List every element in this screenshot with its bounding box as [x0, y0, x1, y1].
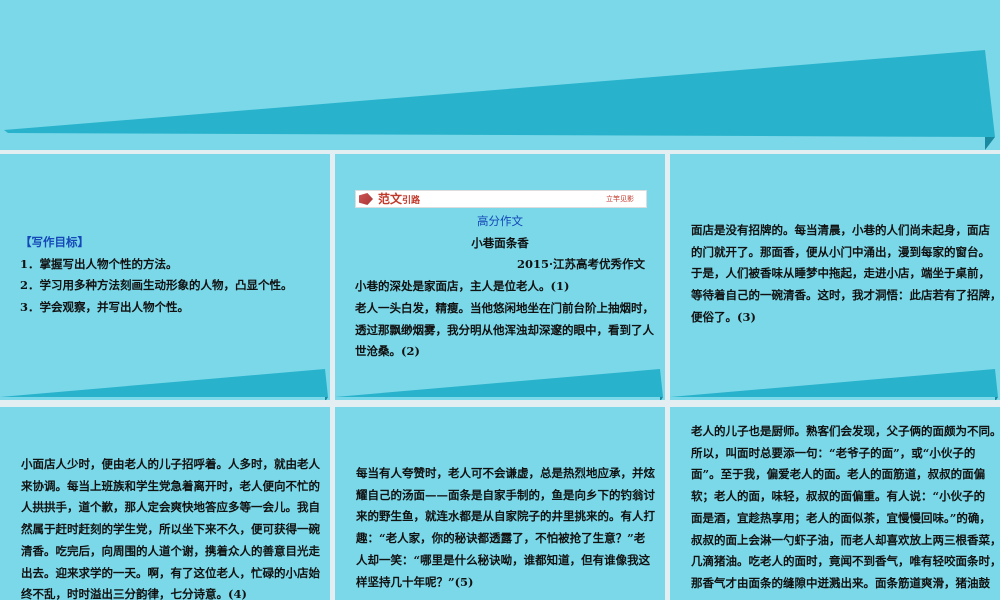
paragraph-line: 面”。至于我，偏爱老人的面。老人的面筋道，叔叔的面偏 [691, 467, 986, 482]
paragraph-line: 叔叔的面上会淋一勺虾子油，而老人却喜欢放上两三根香菜， [691, 532, 1000, 547]
goal-item: 3．学会观察，并写出人物个性。 [20, 300, 189, 315]
paragraph-line: 人拱拱手，道个歉，那人定会爽快地答应多等一会儿。我自 [21, 500, 320, 515]
paragraph-line: 老人一头白发，精瘦。当他悠闲地坐在门前台阶上抽烟时， [355, 300, 654, 315]
paragraph-line: 出去。迎来求学的一天。啊，有了这位老人，忙碌的小店始 [21, 565, 320, 580]
paragraph-line: 几滴猪油。吃老人的面时，竟闻不到香气，唯有轻咬面条时， [691, 554, 1000, 569]
paragraph-line: 面是酒，宜趁热享用；老人的面似茶，宜慢慢回味。”的确， [691, 510, 991, 525]
paragraph-line: 世沧桑。(2) [355, 344, 420, 359]
paragraph-line: 来的野生鱼，就连水都是从自家院子的井里挑来的。有人打 [356, 509, 655, 524]
goal-item: 1．掌握写出人物个性的方法。 [20, 256, 178, 271]
banner-subtitle: 引路 [402, 196, 421, 206]
paragraph-line: 人却一笑：“哪里是什么秘诀呦，谁都知道，但有谁像我这 [356, 552, 651, 567]
paragraph-line: 样坚持几十年呢？”(5) [356, 574, 474, 589]
slide-thumbnail-essay-1[interactable]: 范文引路 立竿见影 高分作文 小巷面条香 2015·江苏高考优秀作文 小巷的深处… [335, 154, 665, 400]
banner-right-label: 立竿见影 [606, 195, 634, 203]
paragraph-line: 小面店人少时，便由老人的儿子招呼着。人多时，就由老人 [21, 457, 320, 471]
paragraph-line: 于是，人们被香味从睡梦中拖起，走进小店，端坐于桌前， [691, 266, 990, 281]
goal-item: 2．学习用多种方法刻画生动形象的人物，凸显个性。 [20, 278, 293, 293]
slide-thumbnail-essay-5[interactable]: 老人的儿子也是厨师。熟客们会发现，父子俩的面颇为不同。 所以，叫面时总要添一句：… [670, 407, 1000, 600]
paragraph-line: 每当有人夸赞时，老人可不会谦虚，总是热烈地应承，并炫 [356, 466, 655, 480]
paragraph-line: 小巷的深处是家面店，主人是位老人。(1) [355, 279, 570, 294]
paragraph-line: 等待着自己的一碗清香。这时，我才洞悟：此店若有了招牌， [691, 288, 1000, 303]
essay-title: 小巷面条香 [471, 235, 529, 250]
paragraph-line: 耀自己的汤面——面条是自家手制的，鱼是向乡下的钓翁讨 [356, 487, 655, 502]
paragraph-line: 便俗了。(3) [691, 309, 756, 324]
paragraph-line: 老人的儿子也是厨师。熟客们会发现，父子俩的面颇为不同。 [691, 424, 1000, 438]
paragraph-line: 所以，叫面时总要添一句：“老爷子的面”，或“小伙子的 [691, 445, 976, 460]
paragraph-line: 清香。吃完后，向周围的人道个谢，携着众人的善意目光走 [21, 543, 320, 558]
slide-thumbnail-essay-2[interactable]: 面店是没有招牌的。每当清晨，小巷的人们尚未起身，面店 的门就开了。那面香，便从小… [670, 154, 1000, 400]
section-label: 高分作文 [477, 214, 523, 228]
essay-source: 2015·江苏高考优秀作文 [516, 257, 645, 272]
paragraph-line: 那香气才由面条的缝隙中迸溅出来。面条筋道爽滑，猪油鼓 [691, 575, 990, 590]
section-banner: 范文引路 立竿见影 [355, 190, 647, 208]
paragraph-line: 趣：“老人家，你的秘诀都透露了，不怕被抢了生意？”老 [356, 531, 646, 546]
book-icon [359, 193, 373, 205]
goals-heading: 【写作目标】 [20, 235, 89, 249]
paragraph-line: 透过那飘缈烟雾，我分明从他浑浊却深邃的眼中，看到了人 [355, 322, 654, 337]
banner-title: 范文 [378, 192, 403, 206]
paragraph-line: 终不乱，时时溢出三分韵律，七分诗意。(4) [21, 587, 247, 600]
paragraph-line: 的门就开了。那面香，便从小门中涌出，漫到每家的窗台。 [691, 244, 990, 259]
slide-thumbnail-title[interactable] [0, 0, 1000, 150]
paragraph-line: 然属于赶时赶刻的学生党，所以坐下来不久，便可获得一碗 [21, 522, 320, 537]
paragraph-line: 来协调。每当上班族和学生党急着离开时，老人便向不忙的 [21, 478, 320, 493]
ribbon-decoration [4, 50, 995, 150]
slide-thumbnail-essay-4[interactable]: 每当有人夸赞时，老人可不会谦虚，总是热烈地应承，并炫 耀自己的汤面——面条是自家… [335, 407, 665, 600]
slide-thumbnail-essay-3[interactable]: 小面店人少时，便由老人的儿子招呼着。人多时，就由老人 来协调。每当上班族和学生党… [0, 407, 330, 600]
slide-thumbnail-goals[interactable]: 【写作目标】 1．掌握写出人物个性的方法。 2．学习用多种方法刻画生动形象的人物… [0, 154, 330, 400]
paragraph-line: 面店是没有招牌的。每当清晨，小巷的人们尚未起身，面店 [691, 223, 990, 237]
paragraph-line: 软；老人的面，味轻，叔叔的面偏重。有人说：“小伙子的 [691, 489, 986, 504]
